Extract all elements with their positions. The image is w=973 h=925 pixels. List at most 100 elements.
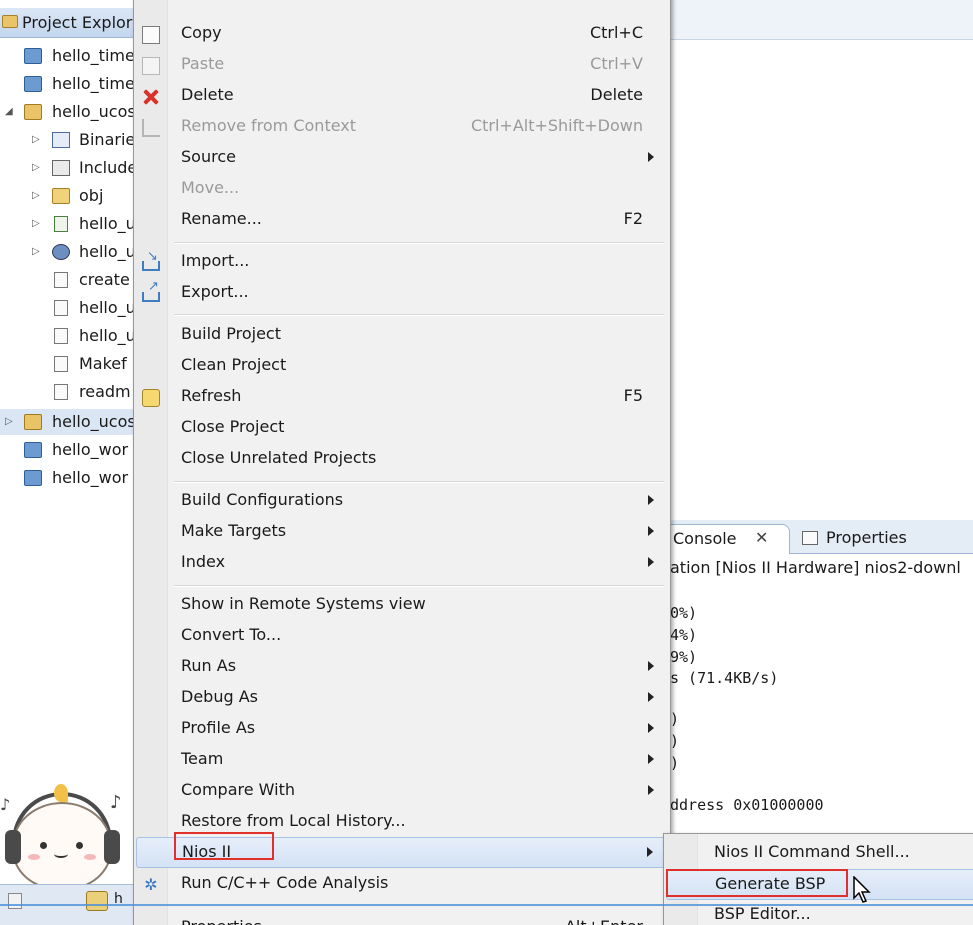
collapsed-arrow-icon[interactable]: ▷ [32,183,42,209]
menu-item-compare-with[interactable]: Compare With [136,776,668,807]
tree-item-label: hello_ucos [52,102,136,121]
tree-item-hello-ucos-expanded[interactable]: ◢ hello_ucos [0,99,140,125]
tree-item-hello-world-2[interactable]: hello_wor [0,465,140,491]
tree-item-includes[interactable]: ▷ Include [0,155,140,181]
menu-item-refresh[interactable]: Refresh F5 [136,382,668,413]
menu-item-nios-ii-command-shell[interactable]: Nios II Command Shell... [666,838,973,869]
menu-item-convert-to[interactable]: Convert To... [136,621,668,652]
console-line: ddress 0x01000000 [670,796,824,814]
collapsed-arrow-icon[interactable]: ▷ [5,409,15,435]
tab-properties[interactable]: Properties [796,524,916,554]
menu-item-label: Paste [181,54,225,73]
tree-item-label: hello_time [52,46,135,65]
folder-closed-icon [24,470,42,486]
code-analysis-icon: ✲ [144,875,158,894]
menu-item-properties[interactable]: Properties Alt+Enter [136,913,668,925]
tree-item-label: create [79,270,130,289]
submenu-arrow-icon [647,847,653,857]
expanded-arrow-icon[interactable]: ◢ [5,99,15,125]
tree-item-makefile[interactable]: Makef [0,351,140,377]
menu-item-make-targets[interactable]: Make Targets [136,517,668,548]
menu-item-close-project[interactable]: Close Project [136,413,668,444]
menu-item-delete[interactable]: Delete Delete [136,81,668,112]
refresh-icon [142,389,160,407]
menu-item-team[interactable]: Team [136,745,668,776]
folder-closed-icon [24,48,42,64]
menu-item-run-code-analysis[interactable]: ✲ Run C/C++ Code Analysis [136,869,668,900]
collapsed-arrow-icon[interactable]: ▷ [32,239,42,265]
includes-icon [52,160,70,176]
tree-item-hello-ucos-bsp[interactable]: ▷ hello_ucos [0,409,140,435]
tree-item-hello-time-2[interactable]: hello_time [0,71,140,97]
menu-item-show-in-remote-systems[interactable]: Show in Remote Systems view [136,590,668,621]
collapsed-arrow-icon[interactable]: ▷ [32,155,42,181]
menu-item-remove-from-context[interactable]: Remove from Context Ctrl+Alt+Shift+Down [136,112,668,143]
menu-item-build-configurations[interactable]: Build Configurations [136,486,668,517]
menu-item-paste[interactable]: Paste Ctrl+V [136,50,668,81]
close-icon[interactable]: ✕ [755,528,768,547]
menu-item-build-project[interactable]: Build Project [136,320,668,351]
import-icon [142,249,160,271]
menu-item-label: Remove from Context [181,116,357,135]
editor-area [670,0,973,520]
menu-item-source[interactable]: Source [136,143,668,174]
menu-item-import[interactable]: Import... [136,247,668,278]
tab-properties-label: Properties [826,528,907,547]
folder-closed-icon [24,76,42,92]
collapsed-arrow-icon[interactable]: ▷ [32,127,42,153]
submenu-arrow-icon [648,661,654,671]
headphone-right [104,830,120,864]
tree-item-create[interactable]: create [0,267,140,293]
menu-item-clean-project[interactable]: Clean Project [136,351,668,382]
submenu-arrow-icon [648,495,654,505]
console-tab-bar: Console ✕ Properties [670,520,973,554]
console-line: ) [670,732,680,750]
menu-item-index[interactable]: Index [136,548,668,579]
c-project-open-icon [24,104,42,120]
delete-icon [142,88,160,106]
tree-item-hello-time-1[interactable]: hello_time [0,43,140,69]
menu-item-label: Properties [181,917,262,925]
menu-item-debug-as[interactable]: Debug As [136,683,668,714]
tab-console[interactable]: Console ✕ [670,524,790,554]
remove-context-icon [142,119,160,137]
menu-item-move[interactable]: Move... [136,174,668,205]
tree-item-hello-world-1[interactable]: hello_wor [0,437,140,463]
tree-item-label: hello_u [79,214,136,233]
mascot-eye [40,842,47,849]
tab-console-label: Console [673,529,737,548]
menu-item-profile-as[interactable]: Profile As [136,714,668,745]
menu-item-label: Run C/C++ Code Analysis [181,873,389,892]
menu-item-export[interactable]: Export... [136,278,668,309]
console-line: ) [670,710,680,728]
properties-icon [802,531,818,545]
tree-item-hello-u-elf[interactable]: ▷ hello_u [0,211,140,237]
menu-item-rename[interactable]: Rename... F2 [136,205,668,236]
tree-item-readme[interactable]: readm [0,379,140,405]
console-line: 0%) [670,604,698,622]
menu-item-label: Index [181,552,226,571]
menu-item-label: Copy [181,23,222,42]
project-explorer-tab[interactable]: Project Explor [0,8,140,38]
tree-item-hello-u-file-1[interactable]: hello_u [0,295,140,321]
menu-item-label: Build Project [181,324,281,343]
tree-item-binaries[interactable]: ▷ Binarie [0,127,140,153]
menu-item-run-as[interactable]: Run As [136,652,668,683]
menu-item-shortcut: F2 [623,209,643,228]
menu-item-label: Source [181,147,236,166]
collapsed-arrow-icon[interactable]: ▷ [32,211,42,237]
menu-item-close-unrelated-projects[interactable]: Close Unrelated Projects [136,444,668,475]
tree-item-hello-u-file-2[interactable]: hello_u [0,323,140,349]
c-project-icon[interactable] [86,891,108,911]
submenu-arrow-icon [648,692,654,702]
submenu-arrow-icon [648,557,654,567]
menu-item-shortcut: Alt+Enter [565,917,643,925]
gear-icon [52,244,70,260]
headphone-left [5,830,21,864]
paste-icon [142,57,160,75]
tree-item-obj[interactable]: ▷ obj [0,183,140,209]
menu-item-label: Move... [181,178,240,197]
file-icon [54,384,68,400]
menu-item-copy[interactable]: Copy Ctrl+C [136,19,668,50]
tree-item-hello-u-objdump[interactable]: ▷ hello_u [0,239,140,265]
